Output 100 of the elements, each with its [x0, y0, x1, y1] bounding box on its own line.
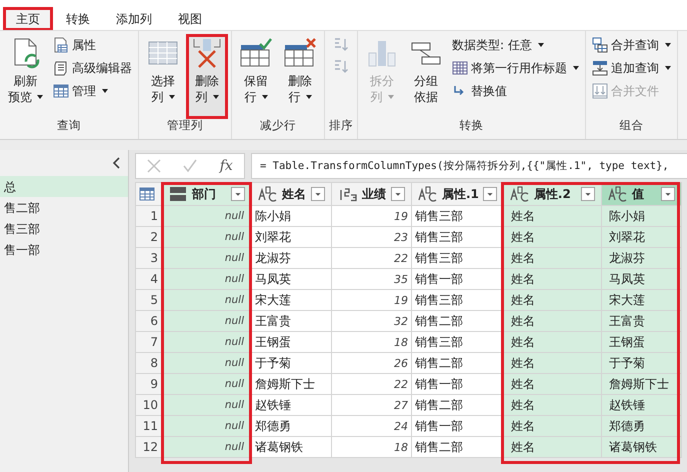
table-cell: null — [162, 352, 252, 374]
ribbon-button[interactable]: 选择 列 — [143, 35, 183, 118]
query-item[interactable]: 售一部 — [0, 239, 128, 260]
table-cell: 郑德勇 — [601, 416, 682, 436]
group-label: 管理列 — [166, 118, 204, 134]
filter-dropdown-icon[interactable] — [391, 187, 405, 201]
remove-rows-icon — [284, 37, 316, 69]
table-corner[interactable] — [136, 182, 162, 206]
row-number: 8 — [136, 352, 162, 374]
table-cell: 于予菊 — [601, 352, 682, 374]
table-cell: 姓名 — [503, 248, 602, 268]
caret-icon — [388, 95, 394, 99]
table-cell: null — [162, 268, 252, 290]
ribbon-button[interactable]: 属性 — [51, 35, 134, 55]
ribbon-button[interactable]: 保留 行 — [236, 35, 276, 118]
query-item[interactable]: 售二部 — [0, 197, 128, 218]
ribbon-button[interactable]: 高级编辑器 — [51, 58, 134, 78]
table-cell: 姓名 — [503, 332, 602, 352]
check-icon[interactable] — [183, 159, 198, 173]
ribbon-tab[interactable]: 视图 — [166, 8, 214, 30]
table-cell: null — [162, 416, 252, 436]
caret-icon — [306, 95, 312, 99]
scroll-icon — [53, 60, 69, 76]
query-item[interactable]: 总 — [0, 176, 128, 197]
row-number: 10 — [136, 394, 162, 416]
table-cell: 刘翠花 — [252, 226, 332, 248]
column-header[interactable]: 属性.1 — [412, 182, 504, 206]
table-cell: null — [162, 290, 252, 310]
ribbon-button[interactable]: 将第一行用作标题 — [450, 58, 581, 78]
caret-icon — [37, 95, 43, 99]
ribbon-button[interactable]: 管理 — [51, 81, 134, 101]
ribbon-tab[interactable]: 添加列 — [104, 8, 164, 30]
ribbon-button[interactable]: 分组 依据 — [406, 35, 446, 118]
ribbon-tab[interactable]: 转换 — [54, 8, 102, 30]
table-cell: null — [162, 226, 252, 248]
table-cell: 赵铁锤 — [601, 394, 682, 416]
table-cell: 赵铁锤 — [252, 394, 332, 416]
fx-label[interactable]: fx — [220, 158, 233, 174]
table-cell: 宋大莲 — [252, 290, 332, 310]
table-cell: null — [162, 248, 252, 268]
table-cell: 姓名 — [503, 352, 602, 374]
row-number: 6 — [136, 310, 162, 332]
table-cell: 19 — [332, 206, 412, 226]
ribbon-button[interactable]: 数据类型: 任意 — [450, 35, 581, 55]
table-cell: 姓名 — [503, 290, 602, 310]
table-cell: 王钢蛋 — [252, 332, 332, 352]
table-cell: 18 — [332, 436, 412, 458]
properties-icon — [53, 37, 69, 53]
append-tables-icon — [592, 60, 608, 76]
group-label: 查询 — [56, 118, 82, 134]
ribbon-button[interactable]: 替换值 — [450, 81, 581, 101]
table-cell: null — [162, 394, 252, 416]
table-cell: 陈小娟 — [252, 206, 332, 226]
table-cell: null — [162, 310, 252, 332]
table-cell: 35 — [332, 268, 412, 290]
row-number: 12 — [136, 436, 162, 458]
row-number: 4 — [136, 268, 162, 290]
table-cell: 24 — [332, 416, 412, 436]
caret-icon — [665, 43, 671, 47]
filter-dropdown-icon[interactable] — [580, 187, 595, 201]
caret-icon — [102, 89, 108, 93]
table-cell: 22 — [332, 248, 412, 268]
table-cell: 陈小娟 — [601, 206, 682, 226]
ribbon-button[interactable]: 合并查询 — [590, 35, 673, 55]
table-cell: 19 — [332, 290, 412, 310]
table-icon — [139, 187, 155, 201]
ribbon-button[interactable]: 删除 列 — [187, 35, 227, 118]
collapse-chevron-icon[interactable] — [112, 157, 120, 169]
table-cell: 马凤英 — [601, 268, 682, 290]
ribbon-button[interactable]: 删除 行 — [280, 35, 320, 118]
table-cell: 姓名 — [503, 226, 602, 248]
table-icon — [53, 83, 69, 99]
group-label: 转换 — [458, 118, 484, 134]
filter-dropdown-icon[interactable] — [482, 187, 497, 201]
row-number: 7 — [136, 332, 162, 352]
table-cell: 宋大莲 — [601, 290, 682, 310]
query-item[interactable]: 售三部 — [0, 218, 128, 239]
filter-dropdown-icon[interactable] — [311, 187, 325, 201]
caret-icon — [168, 95, 174, 99]
ribbon-button[interactable]: 刷新 预览 — [4, 35, 47, 118]
formula-field[interactable]: = Table.TransformColumnTypes(按分隔符拆分列,{{"属性.1", type text}, — [251, 153, 687, 179]
row-number: 3 — [136, 248, 162, 268]
table-cell: 龙淑芬 — [252, 248, 332, 268]
table-cell: 32 — [332, 310, 412, 332]
column-header[interactable]: 姓名 — [252, 182, 332, 206]
table-cell: 马凤英 — [252, 268, 332, 290]
table-cell: 诸葛钢铁 — [252, 436, 332, 458]
filter-dropdown-icon[interactable] — [660, 187, 675, 201]
filter-dropdown-icon[interactable] — [231, 187, 245, 201]
column-header[interactable]: 业绩 — [332, 182, 412, 206]
table-cell: 詹姆斯下士 — [601, 374, 682, 394]
row-number: 1 — [136, 206, 162, 226]
group-label: 组合 — [618, 118, 644, 134]
remove-column-icon — [191, 37, 223, 69]
group-label: 排序 — [329, 118, 353, 134]
combine-files-icon — [592, 83, 608, 99]
ribbon-tab[interactable]: 主页 — [4, 8, 52, 30]
ribbon-button[interactable]: 追加查询 — [590, 58, 673, 78]
row-number: 11 — [136, 416, 162, 436]
table-cell: 于予菊 — [252, 352, 332, 374]
